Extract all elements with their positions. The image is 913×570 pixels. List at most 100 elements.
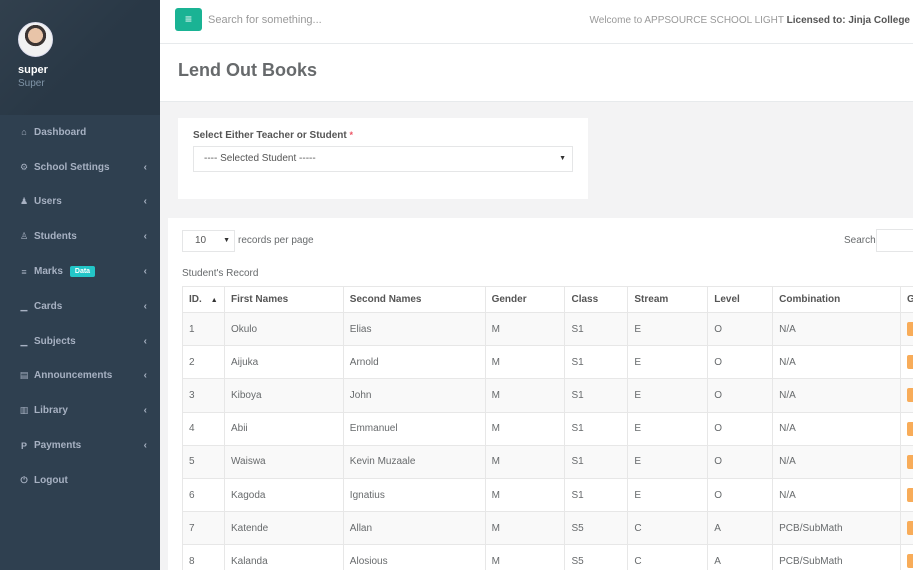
lend-action-button[interactable]	[906, 521, 913, 536]
table-search-input[interactable]	[876, 229, 913, 252]
profile-panel: super Super	[0, 0, 160, 115]
required-mark: *	[349, 130, 354, 140]
column-header-level[interactable]: Level	[707, 286, 774, 313]
column-header-g[interactable]: G	[899, 286, 913, 313]
sidebar-item-logout[interactable]: ⏻ Logout	[0, 463, 160, 498]
cell-level: O	[707, 345, 774, 380]
cell-class: S5	[564, 511, 629, 546]
table-row[interactable]: 3 Kiboya John M S1 E O N/A	[182, 378, 913, 413]
sidebar-item-subjects[interactable]: ▁ Subjects ‹	[0, 324, 160, 359]
table-header-row: ID. ▲ First Names Second Names Gender Cla…	[182, 286, 913, 313]
lend-action-button[interactable]	[906, 322, 913, 337]
table-row[interactable]: 8 Kalanda Alosious M S5 C A PCB/SubMath	[182, 544, 913, 570]
table-row[interactable]: 5 Waiswa Kevin Muzaale M S1 E O N/A	[182, 444, 913, 479]
cell-action	[899, 444, 913, 479]
cell-second-name: Allan	[342, 511, 486, 546]
table-search-label: Search:	[844, 235, 879, 246]
sidebar-item-cards[interactable]: ▁ Cards ‹	[0, 289, 160, 324]
lend-action-button[interactable]	[906, 554, 913, 569]
cell-level: O	[707, 311, 774, 347]
cell-level: O	[707, 477, 774, 513]
cell-first-name: Aijuka	[223, 345, 344, 380]
borrower-select-value: ---- Selected Student -----	[204, 153, 316, 164]
cell-stream: E	[627, 411, 709, 446]
licensed-label: Licensed to:	[786, 15, 846, 26]
sidebar-item-students[interactable]: ♙ Students ‹	[0, 219, 160, 254]
lend-action-button[interactable]	[906, 421, 913, 436]
column-header-gender[interactable]: Gender	[484, 286, 566, 313]
table-row[interactable]: 2 Aijuka Arnold M S1 E O N/A	[182, 345, 913, 380]
library-icon: ▥	[19, 405, 29, 416]
cell-stream: C	[627, 511, 709, 546]
sidebar-item-school-settings[interactable]: ⚙ School Settings ‹	[0, 150, 160, 185]
cell-gender: M	[484, 378, 566, 413]
sidebar-item-label: Logout	[34, 474, 68, 486]
cell-level: A	[707, 511, 774, 546]
cell-class: S1	[564, 378, 629, 413]
menu-toggle-button[interactable]: ≡	[175, 8, 202, 31]
sidebar-item-label: School Settings	[34, 161, 110, 173]
announcements-icon: ▤	[19, 370, 29, 381]
page-title: Lend Out Books	[178, 60, 317, 80]
subjects-icon: ▁	[20, 335, 28, 346]
cell-class: S1	[564, 477, 629, 513]
licensee-name: Jinja College	[848, 15, 910, 26]
search-input[interactable]	[208, 9, 488, 31]
avatar[interactable]	[18, 22, 53, 57]
cell-second-name: Elias	[342, 311, 486, 347]
sidebar-item-dashboard[interactable]: ⌂ Dashboard	[0, 115, 160, 150]
sidebar-item-announcements[interactable]: ▤ Announcements ‹	[0, 359, 160, 394]
cell-stream: C	[627, 544, 709, 570]
cell-action	[899, 477, 913, 513]
cell-level: O	[707, 444, 774, 479]
column-header-first-names[interactable]: First Names	[223, 286, 344, 313]
cell-first-name: Kiboya	[223, 378, 344, 413]
chevron-left-icon: ‹	[143, 405, 147, 417]
cell-stream: E	[627, 311, 709, 347]
cell-action	[899, 378, 913, 413]
borrower-select-panel: Select Either Teacher or Student * ---- …	[178, 118, 588, 199]
table-row[interactable]: 6 Kagoda Ignatius M S1 E O N/A	[182, 477, 913, 513]
cell-gender: M	[484, 411, 566, 446]
cell-level: O	[707, 378, 774, 413]
cell-first-name: Abii	[223, 411, 344, 446]
column-header-class[interactable]: Class	[564, 286, 629, 313]
lend-action-button[interactable]	[906, 388, 913, 403]
table-row[interactable]: 7 Katende Allan M S5 C A PCB/SubMath	[182, 511, 913, 546]
column-header-second-names[interactable]: Second Names	[342, 286, 486, 313]
dashboard-icon: ⌂	[21, 127, 27, 138]
page-length-select[interactable]: 10 ▼	[182, 230, 235, 252]
top-bar: ≡ Welcome to APPSOURCE SCHOOL LIGHT Lice…	[160, 0, 913, 44]
profile-name[interactable]: super	[18, 64, 48, 76]
borrower-select[interactable]: ---- Selected Student ----- ▼	[193, 146, 573, 172]
sidebar-item-users[interactable]: ♟ Users ‹	[0, 185, 160, 220]
column-header-stream[interactable]: Stream	[627, 286, 709, 313]
table-row[interactable]: 1 Okulo Elias M S1 E O N/A	[182, 311, 913, 347]
sidebar-item-marks[interactable]: ≡ Marks Data ‹	[0, 254, 160, 289]
cell-combination: N/A	[772, 477, 901, 513]
cell-action	[899, 345, 913, 380]
chevron-down-icon: ▼	[223, 237, 230, 244]
sidebar-item-library[interactable]: ▥ Library ‹	[0, 393, 160, 428]
cell-stream: E	[627, 444, 709, 479]
page-length-value: 10	[195, 235, 207, 246]
column-header-id[interactable]: ID. ▲	[182, 286, 225, 313]
cell-class: S1	[564, 444, 629, 479]
table-row[interactable]: 4 Abii Emmanuel M S1 E O N/A	[182, 411, 913, 446]
sidebar-nav: ⌂ Dashboard ⚙ School Settings ‹ ♟ Users ‹ ♙ Stude…	[0, 115, 160, 498]
cell-class: S1	[564, 345, 629, 380]
lend-action-button[interactable]	[906, 355, 913, 370]
cell-id: 2	[182, 345, 225, 380]
lend-action-button[interactable]	[906, 488, 913, 503]
chevron-left-icon: ‹	[143, 300, 147, 312]
logout-icon: ⏻	[20, 474, 28, 485]
cell-combination: N/A	[772, 378, 901, 413]
cell-combination: N/A	[772, 444, 901, 479]
lend-action-button[interactable]	[906, 454, 913, 469]
sidebar-item-payments[interactable]: P Payments ‹	[0, 428, 160, 463]
column-header-combination[interactable]: Combination	[772, 286, 901, 313]
cell-combination: N/A	[772, 311, 901, 347]
cell-second-name: John	[342, 378, 486, 413]
borrower-select-label: Select Either Teacher or Student *	[193, 130, 353, 141]
cell-first-name: Kalanda	[223, 544, 344, 570]
